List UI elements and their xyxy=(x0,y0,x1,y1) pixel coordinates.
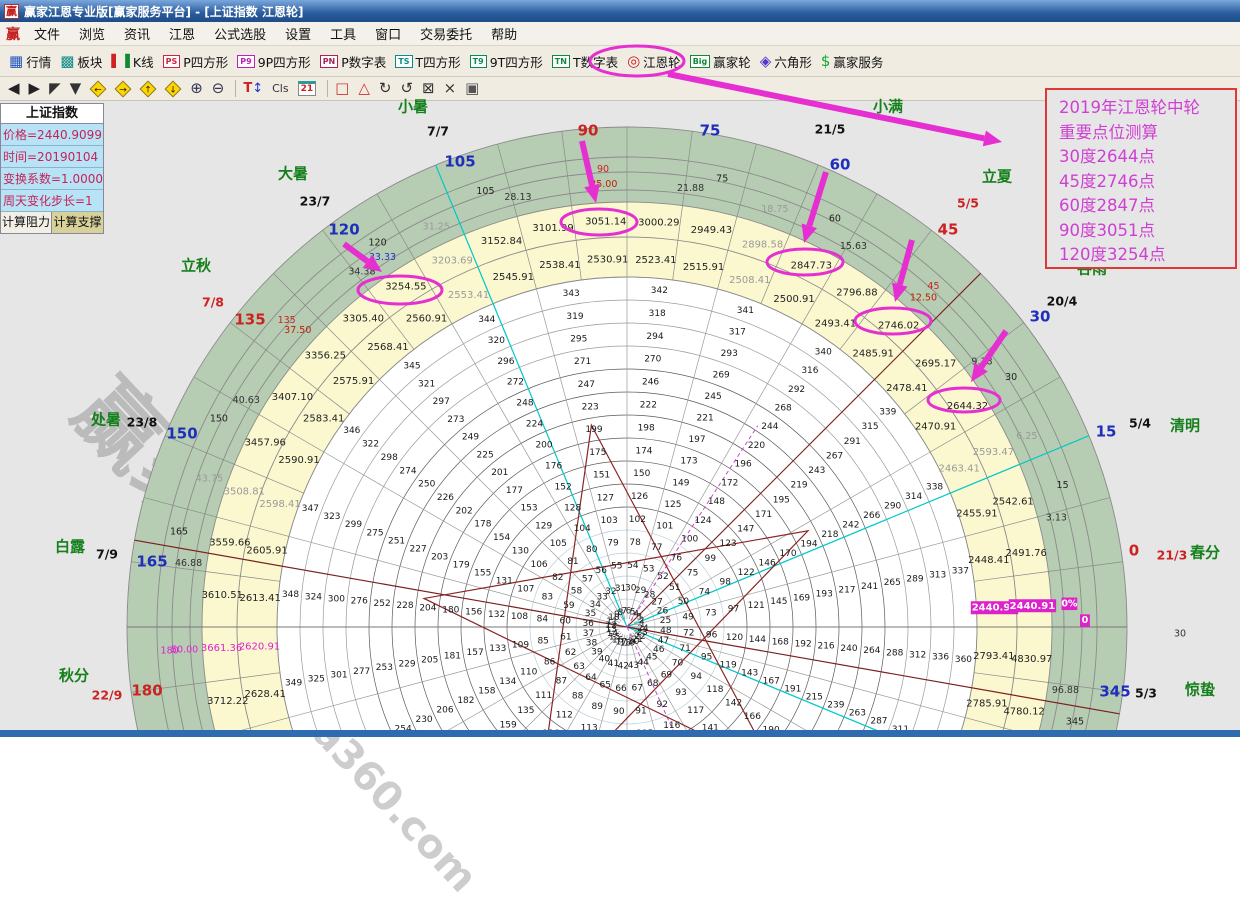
instrument-name: 上证指数 xyxy=(1,104,103,124)
tool-pan-left-icon[interactable]: ← xyxy=(90,83,106,95)
tool-pan-down-icon[interactable]: ↓ xyxy=(165,83,181,95)
menu-item-5[interactable]: 设置 xyxy=(285,28,311,43)
tool-select-tool-icon[interactable]: ▣ xyxy=(465,81,479,96)
anno-level-90: 90度3051点 xyxy=(1059,219,1235,244)
winner-wheel-label: 赢家轮 xyxy=(713,52,751,71)
anno-level-45: 45度2746点 xyxy=(1059,170,1235,195)
9p-square-label: 9P四方形 xyxy=(258,52,311,71)
tool-rect-tool-icon[interactable]: □ xyxy=(335,81,349,96)
menu-item-3[interactable]: 江恩 xyxy=(169,28,195,43)
calc-support-button[interactable]: 计算支撑 xyxy=(52,212,103,233)
toolbar-button-gann-wheel[interactable]: ◎江恩轮 xyxy=(623,52,685,71)
tool-rotate-cw-icon[interactable]: ↻ xyxy=(379,81,392,96)
app-logo-icon: 赢 xyxy=(4,4,19,19)
coefficient-row: 变换系数=1.00000 xyxy=(1,168,103,190)
toolbar-button-winner-wheel[interactable]: Big赢家轮 xyxy=(686,52,755,71)
toolbar-button-t-number-table[interactable]: TNT数字表 xyxy=(548,52,622,71)
menu-item-7[interactable]: 窗口 xyxy=(375,28,401,43)
anno-level-120: 120度3254点 xyxy=(1059,243,1235,268)
watermark-url: www.yingjia360.com xyxy=(134,529,486,901)
menu-item-0[interactable]: 文件 xyxy=(34,28,60,43)
sectors-label: 板块 xyxy=(77,52,102,71)
title-bar: 赢 赢家江恩专业版[赢家服务平台] - [上证指数 江恩轮] xyxy=(0,0,1240,22)
9t-square-label: 9T四方形 xyxy=(490,52,543,71)
tool-zoom-out-icon[interactable]: ⊖ xyxy=(212,81,225,96)
p-number-table-label: P数字表 xyxy=(341,52,386,71)
kline-label: K线 xyxy=(133,52,154,71)
toolbar-button-hexagon[interactable]: ◈六角形 xyxy=(756,52,816,71)
toolbar-separator xyxy=(235,80,236,97)
tool-cross-tool-icon[interactable]: × xyxy=(444,81,457,96)
winner-service-icon: $ xyxy=(821,52,831,70)
winner-wheel-icon: Big xyxy=(690,55,711,68)
toolbar-separator xyxy=(327,80,328,97)
winner-service-label: 赢家服务 xyxy=(833,52,883,71)
tool-rotate-ccw-icon[interactable]: ↺ xyxy=(400,81,413,96)
tool-next-arrow-icon[interactable]: ▶ xyxy=(29,81,41,96)
anno-level-60: 60度2847点 xyxy=(1059,194,1235,219)
tool-cls-icon[interactable]: Cls xyxy=(272,81,288,96)
menu-item-1[interactable]: 浏览 xyxy=(79,28,105,43)
calc-resistance-button[interactable]: 计算阻力 xyxy=(1,212,52,233)
quotes-icon: ▦ xyxy=(9,52,23,70)
9p-square-icon: P9 xyxy=(237,55,254,68)
menu-bar: 赢 文件 浏览 资讯 江恩 公式选股 设置 工具 窗口 交易委托 帮助 xyxy=(0,22,1240,46)
tool-down-arrow-icon[interactable]: ▼ xyxy=(70,81,82,96)
anno-level-30: 30度2644点 xyxy=(1059,145,1235,170)
toolbar-button-9t-square[interactable]: T99T四方形 xyxy=(466,52,547,71)
gann-wheel-icon: ◎ xyxy=(627,52,640,70)
gann-wheel-label: 江恩轮 xyxy=(643,52,681,71)
t-square-label: T四方形 xyxy=(416,52,461,71)
toolbar-button-sectors[interactable]: ▩板块 xyxy=(56,52,106,71)
watermark-qq: QQ:4008000360 xyxy=(366,582,640,641)
hexagon-label: 六角形 xyxy=(774,52,812,71)
hexagon-icon: ◈ xyxy=(760,52,772,70)
toolbar-button-p-number-table[interactable]: PNP数字表 xyxy=(316,52,391,71)
menu-item-4[interactable]: 公式选股 xyxy=(214,28,266,43)
toolbar-button-9p-square[interactable]: P9 9P四方形 xyxy=(233,52,314,71)
menu-item-8[interactable]: 交易委托 xyxy=(420,28,472,43)
toolbar-button-kline[interactable]: ▌▐ K线 xyxy=(107,52,157,71)
watermark-brand: 赢家财富网 xyxy=(52,349,427,739)
step-row: 周天变化步长=1 xyxy=(1,190,103,212)
tool-calendar-icon[interactable]: 21 xyxy=(298,81,317,96)
kline-icon: ▌▐ xyxy=(111,54,129,68)
menu-item-9[interactable]: 帮助 xyxy=(491,28,517,43)
p-square-icon: PS xyxy=(163,55,181,68)
anno-subtitle-line: 重要点位测算 xyxy=(1059,121,1235,146)
tool-up-arrow-icon[interactable]: ◤ xyxy=(49,81,61,96)
p-number-table-icon: PN xyxy=(320,55,339,68)
t-square-icon: TS xyxy=(395,55,412,68)
toolbar-button-quotes[interactable]: ▦行情 xyxy=(5,52,55,71)
toolbar-button-winner-service[interactable]: $赢家服务 xyxy=(817,52,888,71)
menu-logo-icon: 赢 xyxy=(6,24,20,44)
tool-prev-arrow-icon[interactable]: ◀ xyxy=(8,81,20,96)
t-number-table-label: T数字表 xyxy=(573,52,618,71)
menu-item-2[interactable]: 资讯 xyxy=(124,28,150,43)
quotes-label: 行情 xyxy=(26,52,51,71)
t-number-table-icon: TN xyxy=(552,55,570,68)
key-levels-annotation-box: 2019年江恩轮中轮 重要点位测算 30度2644点 45度2746点 60度2… xyxy=(1045,88,1237,269)
9t-square-icon: T9 xyxy=(470,55,487,68)
tool-triangle-tool-icon[interactable]: △ xyxy=(358,81,370,96)
instrument-info-panel: 上证指数 价格=2440.9099 时间=20190104 变换系数=1.000… xyxy=(0,103,104,234)
window-bottom-frame xyxy=(0,730,1240,737)
p-square-label: P四方形 xyxy=(183,52,228,71)
tool-pan-up-icon[interactable]: ↑ xyxy=(140,83,156,95)
menu-item-6[interactable]: 工具 xyxy=(330,28,356,43)
main-toolbar: ▦行情▩板块▌▐K线PSP四方形P99P四方形PNP数字表TST四方形T99T四… xyxy=(0,46,1240,77)
toolbar-button-p-square[interactable]: PSP四方形 xyxy=(159,52,233,71)
tool-t-updown-icon[interactable]: T↕ xyxy=(243,81,263,96)
tool-zoom-in-icon[interactable]: ⊕ xyxy=(190,81,203,96)
anno-title-line: 2019年江恩轮中轮 xyxy=(1059,96,1235,121)
window-title: 赢家江恩专业版[赢家服务平台] - [上证指数 江恩轮] xyxy=(24,3,303,20)
sectors-icon: ▩ xyxy=(60,52,74,70)
tool-box-x-tool-icon[interactable]: ⊠ xyxy=(422,81,435,96)
tool-pan-right-icon[interactable]: → xyxy=(115,83,131,95)
time-row: 时间=20190104 xyxy=(1,146,103,168)
price-row: 价格=2440.9099 xyxy=(1,124,103,146)
toolbar-button-t-square[interactable]: TS T四方形 xyxy=(391,52,464,71)
